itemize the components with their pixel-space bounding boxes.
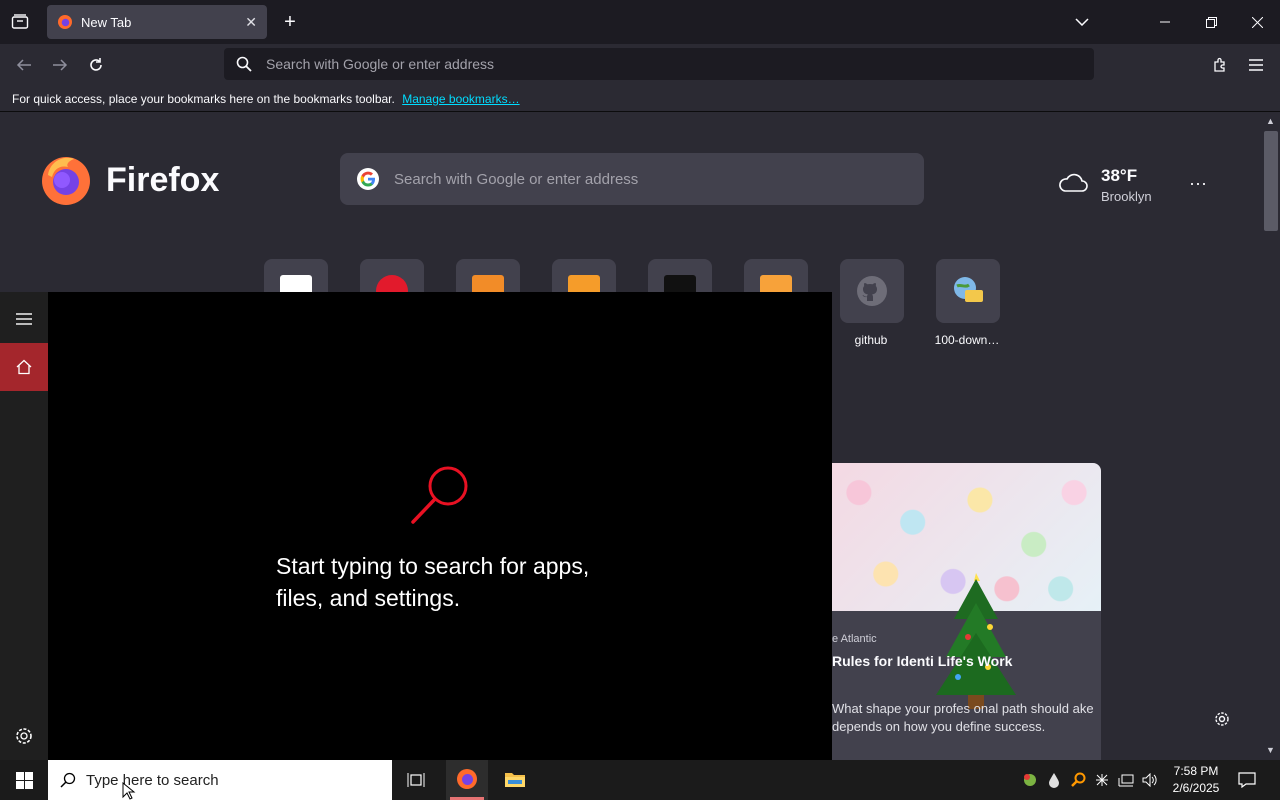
more-options-icon[interactable]: ··· [1186, 173, 1210, 193]
file-explorer-icon[interactable] [504, 770, 526, 790]
top-site-github[interactable] [840, 259, 904, 323]
tray-bluetooth-icon[interactable] [1094, 772, 1110, 788]
weather-temperature: 38°F [1101, 166, 1138, 185]
navigation-bar [0, 44, 1280, 86]
weather-location: Brooklyn [1101, 189, 1152, 204]
firefox-icon [58, 15, 72, 29]
story-source: e Atlantic [832, 633, 877, 645]
tab-title: New Tab [81, 14, 132, 30]
tab-new-tab[interactable]: New Tab ✕ [47, 5, 267, 39]
start-search-panel: Start typing to search for apps, files, … [48, 292, 832, 760]
story-title: Rules for Identi Life's Work [832, 653, 1013, 669]
notification-center-icon[interactable] [1238, 771, 1256, 789]
taskbar-firefox-button[interactable] [446, 760, 488, 800]
home-icon [16, 359, 32, 375]
story-description: What shape your profes onal path should … [832, 701, 1094, 734]
newtab-search[interactable] [340, 153, 924, 205]
google-icon [357, 168, 379, 190]
github-icon [857, 276, 887, 306]
home-nav-button[interactable] [0, 343, 48, 391]
taskbar: 7:58 PM 2/6/2025 [0, 760, 1280, 800]
forward-icon[interactable] [50, 55, 70, 75]
hamburger-menu-icon[interactable] [14, 311, 34, 327]
vertical-scrollbar[interactable]: ▲ ▼ [1262, 113, 1280, 760]
story-card[interactable]: e Atlantic Rules for Identi Life's Work … [832, 463, 1101, 760]
reload-icon[interactable] [86, 55, 106, 75]
tray-search-icon[interactable] [1070, 772, 1086, 788]
address-input[interactable] [266, 56, 1094, 72]
tab-bar: New Tab ✕ + [0, 0, 1280, 44]
firefox-icon [457, 769, 477, 789]
top-site-label: github [854, 333, 888, 347]
new-tab-icon[interactable]: + [280, 11, 300, 33]
menu-icon[interactable] [1246, 55, 1266, 75]
start-search-message: Start typing to search for apps, files, … [276, 553, 590, 611]
url-bar[interactable] [224, 48, 1094, 80]
newtab-search-input[interactable] [394, 170, 924, 188]
customize-gear-icon[interactable] [1212, 709, 1232, 729]
bookmarks-toolbar: For quick access, place your bookmarks h… [0, 86, 1280, 112]
mouse-cursor-icon [122, 782, 136, 800]
bookmarks-message: For quick access, place your bookmarks h… [12, 92, 395, 106]
list-all-tabs-icon[interactable] [8, 12, 32, 32]
chevron-down-icon[interactable] [1072, 12, 1092, 32]
back-icon[interactable] [14, 55, 34, 75]
clock-time: 7:58 PM [1173, 764, 1219, 778]
cloud-icon [1059, 173, 1088, 192]
taskbar-clock[interactable]: 7:58 PM 2/6/2025 [1168, 763, 1224, 797]
search-icon [60, 772, 76, 788]
clock-date: 2/6/2025 [1172, 781, 1220, 795]
minimize-icon[interactable] [1156, 12, 1174, 32]
close-tab-icon[interactable]: ✕ [245, 14, 257, 31]
volume-icon[interactable] [1142, 772, 1158, 788]
search-icon [236, 56, 252, 72]
firefox-logo-icon [42, 157, 90, 205]
top-site-100-down[interactable] [936, 259, 1000, 323]
scrollbar-thumb[interactable] [1264, 131, 1278, 231]
scroll-down-icon[interactable]: ▼ [1266, 745, 1276, 755]
close-window-icon[interactable] [1248, 12, 1266, 32]
firefox-wordmark: Firefox [106, 161, 220, 199]
network-icon[interactable] [1118, 772, 1134, 788]
scroll-up-icon[interactable]: ▲ [1266, 116, 1276, 126]
magnifier-icon [411, 466, 468, 524]
taskbar-search-box[interactable] [48, 760, 392, 800]
start-search-sidebar [0, 292, 48, 760]
manage-bookmarks-link[interactable]: Manage bookmarks… [402, 92, 519, 106]
restore-icon[interactable] [1202, 12, 1220, 32]
tray-drop-icon[interactable] [1046, 772, 1062, 788]
task-view-icon[interactable] [406, 770, 426, 790]
tray-app-icon[interactable] [1022, 772, 1038, 788]
extensions-icon[interactable] [1210, 55, 1230, 75]
globe-folder-icon [954, 277, 983, 302]
top-site-label: 100-down… [934, 333, 1000, 347]
windows-start-icon[interactable] [14, 771, 34, 789]
settings-gear-icon[interactable] [14, 726, 34, 746]
